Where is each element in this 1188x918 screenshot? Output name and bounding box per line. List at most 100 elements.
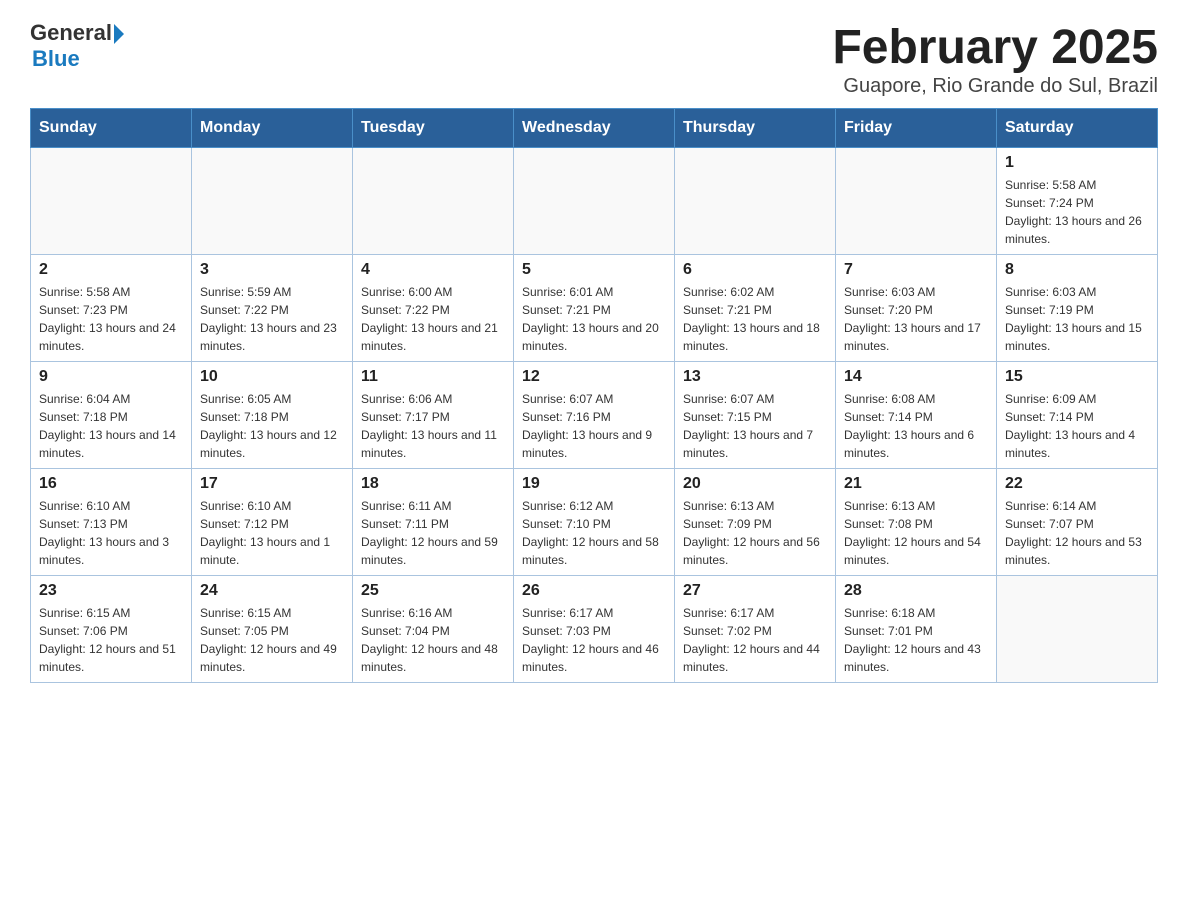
table-row: 2 Sunrise: 5:58 AM Sunset: 7:23 PM Daylig… [31, 255, 192, 362]
calendar-header-row: Sunday Monday Tuesday Wednesday Thursday… [31, 109, 1158, 148]
day-info: Sunrise: 5:58 AM Sunset: 7:23 PM Dayligh… [39, 283, 183, 355]
table-row [192, 148, 353, 255]
day-number: 6 [683, 261, 827, 279]
day-number: 20 [683, 475, 827, 493]
table-row: 20 Sunrise: 6:13 AM Sunset: 7:09 PM Dayli… [675, 469, 836, 576]
day-info: Sunrise: 6:10 AM Sunset: 7:13 PM Dayligh… [39, 497, 183, 569]
header-friday: Friday [836, 109, 997, 148]
day-number: 25 [361, 582, 505, 600]
table-row: 16 Sunrise: 6:10 AM Sunset: 7:13 PM Dayli… [31, 469, 192, 576]
table-row [675, 148, 836, 255]
day-number: 7 [844, 261, 988, 279]
header-wednesday: Wednesday [514, 109, 675, 148]
day-number: 3 [200, 261, 344, 279]
day-number: 2 [39, 261, 183, 279]
table-row [514, 148, 675, 255]
day-number: 18 [361, 475, 505, 493]
table-row: 10 Sunrise: 6:05 AM Sunset: 7:18 PM Dayli… [192, 362, 353, 469]
day-number: 17 [200, 475, 344, 493]
table-row [31, 148, 192, 255]
day-info: Sunrise: 6:06 AM Sunset: 7:17 PM Dayligh… [361, 390, 505, 462]
day-info: Sunrise: 6:16 AM Sunset: 7:04 PM Dayligh… [361, 604, 505, 676]
day-number: 27 [683, 582, 827, 600]
day-info: Sunrise: 6:15 AM Sunset: 7:05 PM Dayligh… [200, 604, 344, 676]
day-number: 12 [522, 368, 666, 386]
table-row: 25 Sunrise: 6:16 AM Sunset: 7:04 PM Dayli… [353, 576, 514, 683]
day-number: 15 [1005, 368, 1149, 386]
day-info: Sunrise: 6:03 AM Sunset: 7:19 PM Dayligh… [1005, 283, 1149, 355]
day-info: Sunrise: 6:15 AM Sunset: 7:06 PM Dayligh… [39, 604, 183, 676]
table-row: 15Sunrise: 6:09 AM Sunset: 7:14 PM Dayli… [997, 362, 1158, 469]
day-info: Sunrise: 6:18 AM Sunset: 7:01 PM Dayligh… [844, 604, 988, 676]
header-monday: Monday [192, 109, 353, 148]
calendar-week-row: 2 Sunrise: 5:58 AM Sunset: 7:23 PM Daylig… [31, 255, 1158, 362]
day-info: Sunrise: 5:59 AM Sunset: 7:22 PM Dayligh… [200, 283, 344, 355]
logo-general-text: General [30, 20, 112, 46]
day-info: Sunrise: 6:07 AM Sunset: 7:15 PM Dayligh… [683, 390, 827, 462]
table-row: 6 Sunrise: 6:02 AM Sunset: 7:21 PM Daylig… [675, 255, 836, 362]
day-info: Sunrise: 6:13 AM Sunset: 7:08 PM Dayligh… [844, 497, 988, 569]
table-row: 22 Sunrise: 6:14 AM Sunset: 7:07 PM Dayli… [997, 469, 1158, 576]
table-row: 9 Sunrise: 6:04 AM Sunset: 7:18 PM Daylig… [31, 362, 192, 469]
day-info: Sunrise: 6:13 AM Sunset: 7:09 PM Dayligh… [683, 497, 827, 569]
table-row: 21Sunrise: 6:13 AM Sunset: 7:08 PM Dayli… [836, 469, 997, 576]
day-number: 10 [200, 368, 344, 386]
header-tuesday: Tuesday [353, 109, 514, 148]
day-number: 1 [1005, 154, 1149, 172]
day-number: 8 [1005, 261, 1149, 279]
day-info: Sunrise: 6:05 AM Sunset: 7:18 PM Dayligh… [200, 390, 344, 462]
table-row: 5Sunrise: 6:01 AM Sunset: 7:21 PM Daylig… [514, 255, 675, 362]
day-info: Sunrise: 6:12 AM Sunset: 7:10 PM Dayligh… [522, 497, 666, 569]
calendar-week-row: 1 Sunrise: 5:58 AM Sunset: 7:24 PM Daylig… [31, 148, 1158, 255]
calendar-subtitle: Guapore, Rio Grande do Sul, Brazil [832, 75, 1158, 98]
header-thursday: Thursday [675, 109, 836, 148]
table-row: 13 Sunrise: 6:07 AM Sunset: 7:15 PM Dayli… [675, 362, 836, 469]
day-number: 13 [683, 368, 827, 386]
day-number: 16 [39, 475, 183, 493]
table-row: 11 Sunrise: 6:06 AM Sunset: 7:17 PM Dayli… [353, 362, 514, 469]
header-saturday: Saturday [997, 109, 1158, 148]
day-number: 26 [522, 582, 666, 600]
table-row: 26Sunrise: 6:17 AM Sunset: 7:03 PM Dayli… [514, 576, 675, 683]
day-info: Sunrise: 6:14 AM Sunset: 7:07 PM Dayligh… [1005, 497, 1149, 569]
day-info: Sunrise: 6:17 AM Sunset: 7:02 PM Dayligh… [683, 604, 827, 676]
day-number: 22 [1005, 475, 1149, 493]
calendar-table: Sunday Monday Tuesday Wednesday Thursday… [30, 108, 1158, 683]
calendar-week-row: 23 Sunrise: 6:15 AM Sunset: 7:06 PM Dayli… [31, 576, 1158, 683]
table-row: 18 Sunrise: 6:11 AM Sunset: 7:11 PM Dayli… [353, 469, 514, 576]
day-number: 19 [522, 475, 666, 493]
day-number: 9 [39, 368, 183, 386]
logo: General Blue [30, 20, 124, 72]
table-row: 28 Sunrise: 6:18 AM Sunset: 7:01 PM Dayli… [836, 576, 997, 683]
table-row [997, 576, 1158, 683]
calendar-week-row: 16 Sunrise: 6:10 AM Sunset: 7:13 PM Dayli… [31, 469, 1158, 576]
table-row: 3 Sunrise: 5:59 AM Sunset: 7:22 PM Daylig… [192, 255, 353, 362]
day-number: 23 [39, 582, 183, 600]
day-number: 11 [361, 368, 505, 386]
day-info: Sunrise: 6:08 AM Sunset: 7:14 PM Dayligh… [844, 390, 988, 462]
day-info: Sunrise: 6:10 AM Sunset: 7:12 PM Dayligh… [200, 497, 344, 569]
day-number: 4 [361, 261, 505, 279]
calendar-title: February 2025 [832, 20, 1158, 75]
table-row: 4 Sunrise: 6:00 AM Sunset: 7:22 PM Daylig… [353, 255, 514, 362]
table-row: 12 Sunrise: 6:07 AM Sunset: 7:16 PM Dayli… [514, 362, 675, 469]
table-row: 23 Sunrise: 6:15 AM Sunset: 7:06 PM Dayli… [31, 576, 192, 683]
table-row: 14 Sunrise: 6:08 AM Sunset: 7:14 PM Dayli… [836, 362, 997, 469]
table-row: 7Sunrise: 6:03 AM Sunset: 7:20 PM Daylig… [836, 255, 997, 362]
header-sunday: Sunday [31, 109, 192, 148]
table-row: 8 Sunrise: 6:03 AM Sunset: 7:19 PM Daylig… [997, 255, 1158, 362]
day-info: Sunrise: 6:00 AM Sunset: 7:22 PM Dayligh… [361, 283, 505, 355]
day-info: Sunrise: 6:02 AM Sunset: 7:21 PM Dayligh… [683, 283, 827, 355]
page-header: General Blue February 2025 Guapore, Rio … [30, 20, 1158, 98]
table-row: 1 Sunrise: 5:58 AM Sunset: 7:24 PM Daylig… [997, 148, 1158, 255]
day-info: Sunrise: 6:01 AM Sunset: 7:21 PM Dayligh… [522, 283, 666, 355]
day-number: 14 [844, 368, 988, 386]
day-number: 28 [844, 582, 988, 600]
table-row: 19 Sunrise: 6:12 AM Sunset: 7:10 PM Dayli… [514, 469, 675, 576]
day-info: Sunrise: 6:11 AM Sunset: 7:11 PM Dayligh… [361, 497, 505, 569]
title-section: February 2025 Guapore, Rio Grande do Sul… [832, 20, 1158, 98]
day-info: Sunrise: 5:58 AM Sunset: 7:24 PM Dayligh… [1005, 176, 1149, 248]
day-info: Sunrise: 6:04 AM Sunset: 7:18 PM Dayligh… [39, 390, 183, 462]
logo-blue-text: Blue [32, 46, 80, 72]
day-info: Sunrise: 6:07 AM Sunset: 7:16 PM Dayligh… [522, 390, 666, 462]
